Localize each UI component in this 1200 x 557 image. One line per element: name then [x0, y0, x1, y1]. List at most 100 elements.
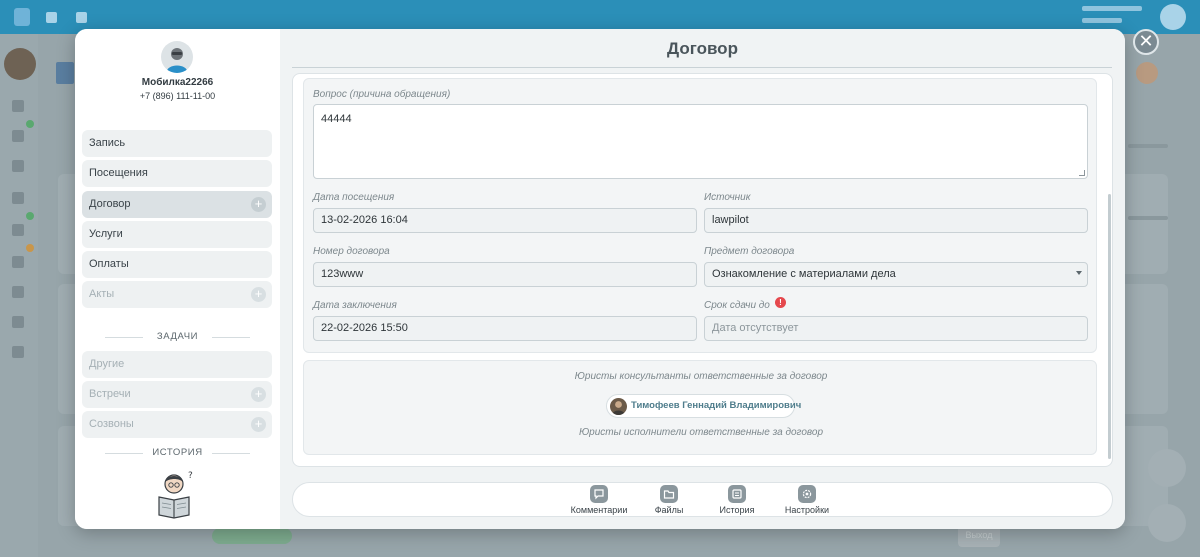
nav-item-label: Запись	[89, 137, 126, 149]
executors-label: Юристы исполнители ответственные за дого…	[578, 427, 824, 438]
nav-item-label: Созвоны	[89, 418, 134, 430]
client-phone: +7 (896) 111-11-00	[139, 91, 216, 101]
question-textarea[interactable]: 44444	[313, 104, 1088, 179]
background-fab	[1148, 504, 1186, 542]
question-label: Вопрос (причина обращения)	[313, 89, 451, 100]
history-heading: ИСТОРИЯ	[105, 446, 250, 460]
settings-icon	[12, 346, 24, 358]
comments-label: Комментарии	[570, 505, 628, 515]
source-field[interactable]: lawpilot	[704, 208, 1088, 233]
warning-icon: !	[775, 297, 786, 308]
nav-item-label: Услуги	[89, 228, 123, 240]
source-label: Источник	[704, 192, 751, 203]
contract-subject-label: Предмет договора	[704, 246, 795, 257]
gear-icon	[798, 485, 816, 503]
comment-icon	[590, 485, 608, 503]
nav-item-label: Договор	[89, 198, 131, 210]
list-icon	[12, 256, 24, 268]
comments-button[interactable]: Комментарии	[567, 485, 631, 516]
nav-item-acts[interactable]: Акты +	[82, 281, 272, 308]
background-sidebar	[0, 34, 38, 557]
history-label: История	[719, 505, 755, 515]
stats-icon	[12, 316, 24, 328]
deadline-label: Срок сдачи до	[704, 300, 770, 311]
chart-icon	[12, 130, 24, 142]
history-button[interactable]: История	[712, 485, 762, 516]
nav-item-meetings[interactable]: Встречи +	[82, 381, 272, 408]
conclusion-date-field[interactable]: 22-02-2026 15:50	[313, 316, 697, 341]
nav-item-record[interactable]: Запись	[82, 130, 272, 157]
resize-handle-icon[interactable]	[1079, 170, 1085, 176]
contract-number-label: Номер договора	[313, 246, 390, 257]
contract-panel: Договор Вопрос (причина обращения) 44444…	[280, 29, 1125, 529]
nav-item-visits[interactable]: Посещения	[82, 160, 272, 187]
background-notification	[1136, 62, 1158, 84]
conclusion-date-label: Дата заключения	[313, 300, 397, 311]
question-value: 44444	[321, 113, 352, 125]
files-label: Файлы	[654, 505, 684, 515]
contract-subject-select[interactable]: Ознакомление с материалами дела	[704, 262, 1088, 287]
files-button[interactable]: Файлы	[644, 485, 694, 516]
consultant-avatar	[610, 398, 627, 415]
bottom-toolbar: Комментарии Файлы История Настройки	[292, 482, 1113, 517]
deadline-field[interactable]: Дата отсутствует	[704, 316, 1088, 341]
consultant-name: Тимофеев Геннадий Владимирович	[631, 400, 802, 411]
link-icon	[12, 286, 24, 298]
badge-dot	[26, 244, 34, 252]
nav-item-label: Посещения	[89, 167, 148, 179]
background-page-title	[56, 62, 74, 84]
home-icon	[12, 100, 24, 112]
nav-item-services[interactable]: Услуги	[82, 221, 272, 248]
page-title: Договор	[667, 39, 738, 58]
add-contract-button[interactable]: +	[251, 197, 266, 212]
client-avatar	[161, 41, 193, 73]
nav-item-label: Встречи	[89, 388, 131, 400]
settings-button[interactable]: Настройки	[777, 485, 837, 516]
background-line	[1128, 216, 1168, 220]
contract-form: Вопрос (причина обращения) 44444 Дата по…	[303, 78, 1097, 353]
menu-icon	[46, 12, 57, 23]
background-fab	[1148, 449, 1186, 487]
nav-item-label: Оплаты	[89, 258, 129, 270]
history-reading-illustration: ?	[152, 469, 202, 519]
client-name: Мобилка22266	[141, 77, 214, 88]
visit-date-field[interactable]: 13-02-2026 16:04	[313, 208, 697, 233]
consultant-chip[interactable]: Тимофеев Геннадий Владимирович	[606, 394, 801, 418]
background-user-role	[1082, 18, 1122, 23]
nav-item-payments[interactable]: Оплаты	[82, 251, 272, 278]
tasks-heading: ЗАДАЧИ	[105, 330, 250, 344]
responsible-lawyers: Юристы консультанты ответственные за дог…	[303, 360, 1097, 455]
contract-subject-value: Ознакомление с материалами дела	[712, 268, 896, 280]
content-scrollbar[interactable]	[1108, 194, 1111, 459]
background-user-name	[1082, 6, 1142, 11]
calendar-icon	[12, 224, 24, 236]
nav-item-label: Другие	[89, 358, 125, 370]
chevron-down-icon	[1076, 271, 1082, 275]
contract-content[interactable]: Вопрос (причина обращения) 44444 Дата по…	[292, 73, 1113, 467]
nav-item-other-tasks[interactable]: Другие	[82, 351, 272, 378]
contract-number-field[interactable]: 123www	[313, 262, 697, 287]
client-sidebar: Мобилка22266 +7 (896) 111-11-00 Запись П…	[75, 29, 280, 529]
phone-icon	[12, 192, 24, 204]
badge-dot	[26, 212, 34, 220]
add-meeting-button[interactable]: +	[251, 387, 266, 402]
title-divider	[292, 67, 1112, 68]
add-act-button[interactable]: +	[251, 287, 266, 302]
consultants-label: Юристы консультанты ответственные за дог…	[574, 371, 828, 382]
settings-label: Настройки	[784, 505, 830, 515]
close-icon[interactable]: ✕	[1133, 29, 1159, 55]
nav-item-label: Акты	[89, 288, 115, 300]
nav-item-calls[interactable]: Созвоны +	[82, 411, 272, 438]
add-call-button[interactable]: +	[251, 417, 266, 432]
svg-text:?: ?	[188, 471, 193, 481]
background-status	[212, 528, 292, 544]
nav-item-contract[interactable]: Договор +	[82, 191, 272, 218]
visit-date-label: Дата посещения	[313, 192, 395, 203]
background-user-avatar	[1160, 4, 1186, 30]
background-line	[1128, 144, 1168, 148]
contract-modal: Мобилка22266 +7 (896) 111-11-00 Запись П…	[75, 29, 1125, 529]
background-sidebar-avatar	[4, 48, 36, 80]
history-icon	[728, 485, 746, 503]
grid-icon	[76, 12, 87, 23]
user-icon	[12, 160, 24, 172]
